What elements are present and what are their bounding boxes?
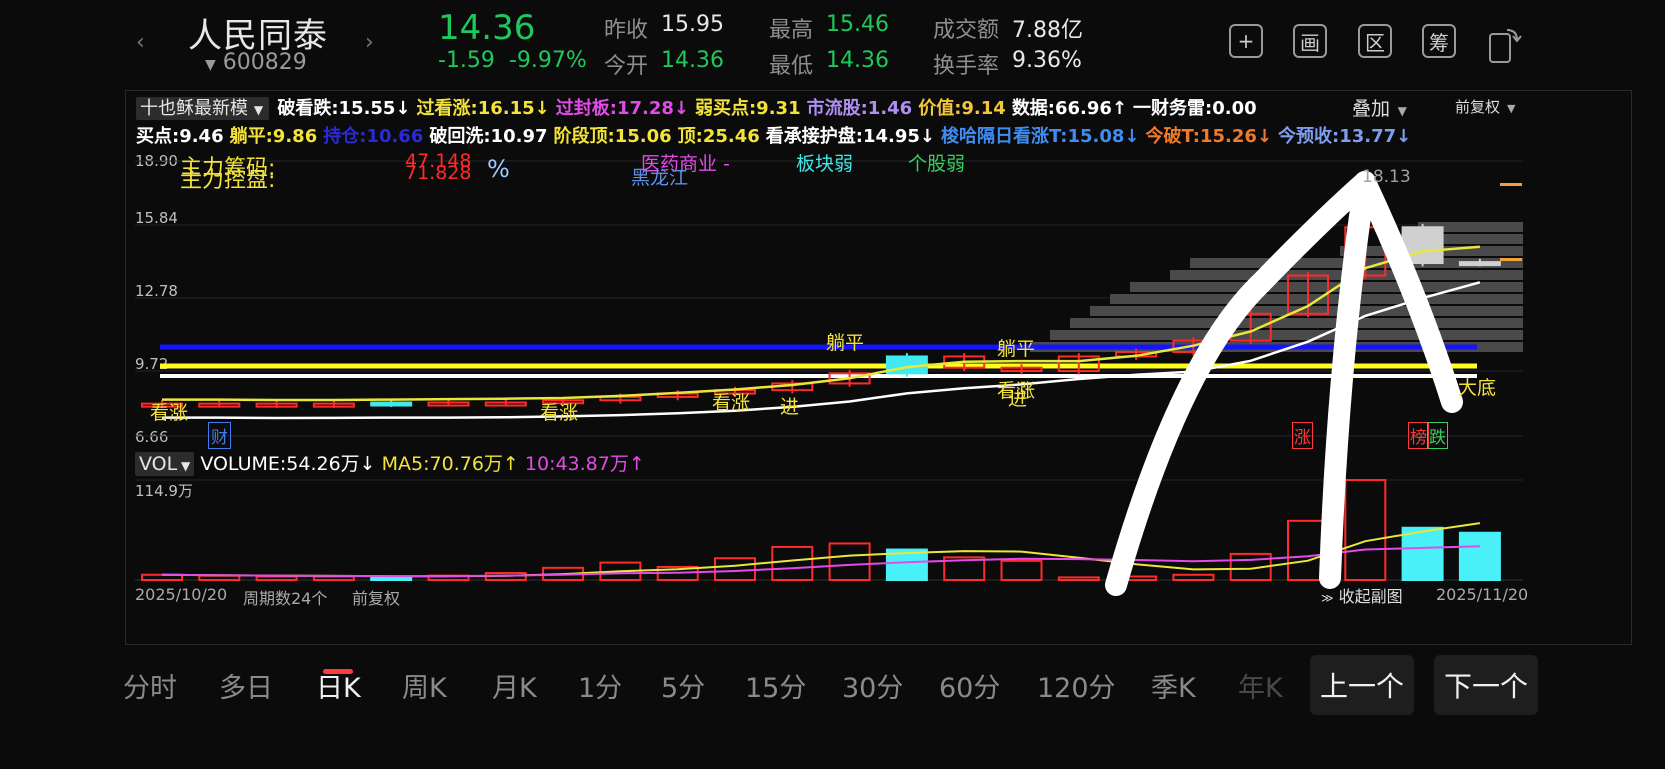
collapse-subchart-button[interactable]: ≫ 收起副图 xyxy=(1321,583,1403,607)
volume-bar xyxy=(1344,479,1387,581)
tab-5分[interactable]: 5分 xyxy=(661,666,705,705)
volume-bar xyxy=(1057,576,1100,582)
cycle-count: 周期数24个 xyxy=(243,589,328,608)
volume-ma5-line xyxy=(161,522,1481,578)
candle-body xyxy=(370,401,413,407)
main-control-value: 71.828 xyxy=(405,162,472,184)
percent-sign: % xyxy=(487,155,510,183)
chevron-down-icon: ▼ xyxy=(177,459,191,473)
signal-mark: 进 xyxy=(1008,388,1028,410)
volume-bar xyxy=(714,557,756,581)
tab-多日[interactable]: 多日 xyxy=(219,666,273,705)
signal-mark: 进 xyxy=(780,396,800,418)
prev-button[interactable]: 上一个 xyxy=(1310,655,1414,715)
peak-price-label: 18.13 xyxy=(1362,167,1411,187)
volume-value: VOLUME:54.26万↓ xyxy=(200,453,376,475)
bottom-mark: 大底 xyxy=(1458,377,1497,399)
volume-bar xyxy=(1458,531,1501,581)
hand-stroke xyxy=(1319,171,1376,589)
signal-mark: 看涨 xyxy=(540,402,579,424)
tab-周K[interactable]: 周K xyxy=(402,666,447,705)
chip-bar xyxy=(1070,318,1523,328)
chip-marker xyxy=(1500,183,1522,186)
stock-weak: 个股弱 xyxy=(908,153,966,175)
sector-weak: 板块弱 xyxy=(796,153,854,175)
next-button[interactable]: 下一个 xyxy=(1434,655,1538,715)
volume-row: VOL ▼ VOLUME:54.26万↓ MA5:70.76万↑ 10:43.8… xyxy=(135,449,645,476)
signal-mark: 看涨 xyxy=(712,392,751,414)
limit-up-mark: 涨 xyxy=(1292,422,1313,449)
tab-120分[interactable]: 120分 xyxy=(1037,666,1116,705)
volume-bar xyxy=(1401,526,1444,582)
volume-bar xyxy=(312,575,355,582)
volume-selector[interactable]: VOL ▼ xyxy=(135,452,195,476)
tab-年K[interactable]: 年K xyxy=(1238,666,1283,705)
tab-月K[interactable]: 月K xyxy=(492,666,537,705)
volume-bar xyxy=(1000,559,1043,581)
volume-bar xyxy=(828,542,871,581)
end-date: 2025/11/20 xyxy=(1436,585,1529,604)
handwritten-annotation xyxy=(1105,171,1463,596)
tab-分时[interactable]: 分时 xyxy=(123,666,177,705)
tab-60分[interactable]: 60分 xyxy=(939,666,1000,705)
volume-ma10-line xyxy=(161,545,1480,578)
volume-bar xyxy=(771,545,814,581)
volume-ma5: MA5:70.76万↑ xyxy=(381,453,519,475)
tab-1分[interactable]: 1分 xyxy=(578,666,622,705)
tab-30分[interactable]: 30分 xyxy=(842,666,903,705)
chevron-down-icon: ≫ xyxy=(1321,591,1334,605)
tab-季K[interactable]: 季K xyxy=(1151,666,1196,705)
finance-mark: 财 xyxy=(208,422,231,449)
fall-mark: 跌 xyxy=(1427,422,1448,449)
candle-body xyxy=(1458,261,1501,267)
volume-max-label: 114.9万 xyxy=(135,482,193,500)
chip-marker xyxy=(1500,258,1522,261)
volume-ma10: 10:43.87万↑ xyxy=(524,453,645,475)
chip-bar xyxy=(1050,330,1523,340)
volume-bar xyxy=(198,574,241,581)
signal-mark: 躺平 xyxy=(826,332,865,354)
volume-bars xyxy=(141,479,1501,582)
signal-mark: 看涨 xyxy=(150,402,189,424)
volume-ma-lines xyxy=(161,522,1481,578)
tab-15分[interactable]: 15分 xyxy=(745,666,806,705)
signal-mark: 躺平 xyxy=(997,338,1036,360)
volume-bar xyxy=(255,575,298,582)
region-name: 黑龙江 xyxy=(631,167,689,189)
main-control-label: 主力控盘: xyxy=(180,168,276,193)
kline-chart[interactable] xyxy=(0,0,1665,769)
start-date: 2025/10/20 xyxy=(135,585,228,604)
adjust-label: 前复权 xyxy=(352,589,401,608)
volume-bar xyxy=(370,576,413,582)
active-tab-indicator xyxy=(323,669,353,674)
rank-mark: 榜 xyxy=(1408,422,1429,449)
volume-bar xyxy=(1172,573,1215,582)
